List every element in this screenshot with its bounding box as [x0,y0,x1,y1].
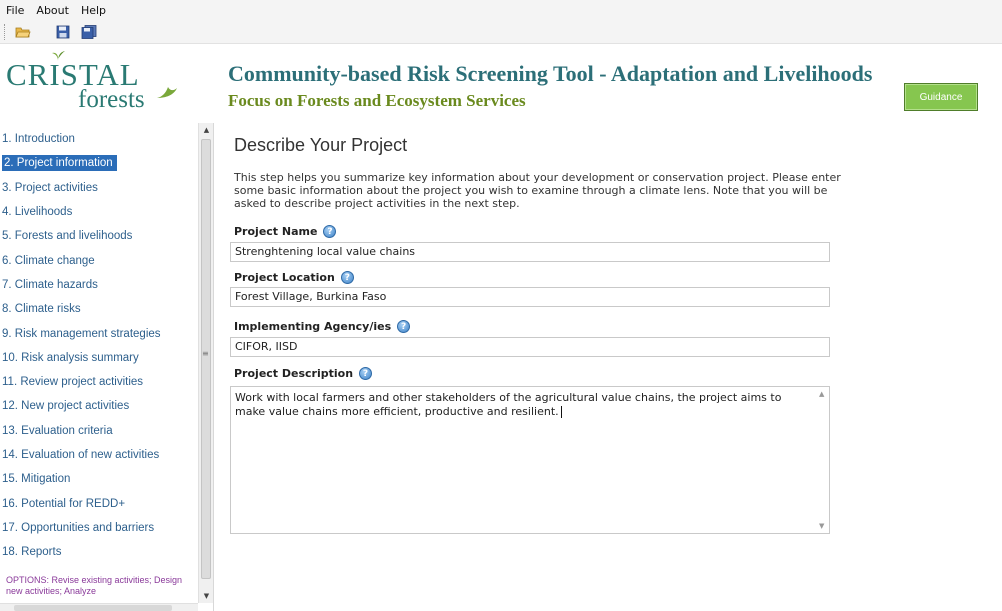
sidebar-item-label: 17. Opportunities and barriers [2,521,155,534]
sidebar-item[interactable]: 17. Opportunities and barriers [0,516,198,540]
menu-file[interactable]: File [6,4,24,17]
sidebar-item[interactable]: 5. Forests and livelihoods [0,224,198,248]
sidebar-item-label: 10. Risk analysis summary [2,351,139,364]
sidebar-item[interactable]: 11. Review project activities [0,370,198,394]
scroll-down-arrow-icon[interactable]: ▼ [199,589,214,603]
guidance-button[interactable]: Guidance [904,83,978,111]
textarea-scroll-down-icon[interactable]: ▼ [819,522,824,530]
save-all-icon[interactable] [80,23,98,41]
sidebar-item-label: 11. Review project activities [2,376,144,389]
options-text: OPTIONS: Revise existing activities; Des… [6,575,183,596]
app-header: CRISTAL forests Community-based Risk Scr… [0,45,1002,123]
sidebar-item[interactable]: 8. Climate risks [0,297,198,321]
sidebar-item-label: 14. Evaluation of new activities [2,449,160,461]
sidebar-item[interactable]: 12. New project activities [0,394,198,418]
scroll-up-arrow-icon[interactable]: ▲ [199,123,214,137]
sidebar-item-label: 5. Forests and livelihoods [2,230,133,243]
sidebar-item[interactable]: 6. Climate change [0,248,198,272]
app-subtitle: Focus on Forests and Ecosystem Services [228,91,526,110]
scroll-grip-icon: ≡ [202,349,209,358]
sidebar-item[interactable]: 13. Evaluation criteria [0,419,198,443]
menu-about[interactable]: About [36,4,69,17]
sidebar-item-label: 18. Reports [2,546,62,559]
project-name-label: Project Name ? [234,225,337,238]
nav-list: 1. Introduction 2. Project information 3. … [0,127,198,564]
project-location-label-text: Project Location [234,271,335,284]
sidebar-item-label: 3. Project activities [2,181,98,194]
main-content: Describe Your Project This step helps yo… [230,123,990,611]
project-description-text: Work with local farmers and other stakeh… [235,391,782,418]
hscroll-thumb[interactable] [14,605,172,611]
sidebar-nav: 1. Introduction 2. Project information 3. … [0,123,214,611]
textarea-scroll-up-icon[interactable]: ▲ [819,390,824,398]
intro-text: This step helps you summarize key inform… [234,171,841,210]
implementing-agency-field[interactable]: CIFOR, IISD [230,337,830,357]
logo-text-forests: forests [78,86,145,113]
sidebar-item-label: 8. Climate risks [2,303,81,316]
sidebar-item-label: 9. Risk management strategies [2,327,161,340]
save-icon[interactable] [54,23,72,41]
sidebar-item[interactable]: 10. Risk analysis summary [0,346,198,370]
implementing-agency-label: Implementing Agency/ies ? [234,320,411,333]
project-name-label-text: Project Name [234,225,318,238]
project-description-label-text: Project Description [234,367,354,380]
folder-open-icon[interactable] [14,23,32,41]
info-icon[interactable]: ? [340,271,354,284]
project-description-textarea[interactable]: Work with local farmers and other stakeh… [230,386,830,534]
project-description-label: Project Description ? [234,367,373,380]
sidebar-item-label: 15. Mitigation [2,473,71,486]
sidebar-item[interactable]: 7. Climate hazards [0,273,198,297]
sidebar-item-label: 16. Potential for REDD+ [2,497,126,510]
sidebar-item-label: 6. Climate change [2,254,95,267]
sidebar-item-label: 12. New project activities [2,400,130,413]
sidebar-item-label: 13. Evaluation criteria [2,424,113,437]
toolbar [0,20,1002,44]
leaf-icon [157,87,177,98]
sidebar-item[interactable]: 14. Evaluation of new activities [0,443,198,467]
page-title: Describe Your Project [234,135,408,155]
sidebar-item-label: 4. Livelihoods [2,206,73,219]
sidebar-item-label: 7. Climate hazards [2,278,98,291]
text-caret [560,406,562,418]
sidebar-item[interactable]: 3. Project activities [0,176,198,200]
sidebar-item[interactable]: 18. Reports [0,540,198,564]
sidebar-item-label: 2. Project information [2,155,117,172]
sidebar-item[interactable]: 15. Mitigation [0,467,198,491]
sidebar-item[interactable]: 9. Risk management strategies [0,321,198,345]
textarea-scrollbar[interactable]: ▲ ▼ [815,387,829,533]
scrollbar-thumb[interactable] [201,139,211,579]
sidebar-item[interactable]: 4. Livelihoods [0,200,198,224]
menu-help[interactable]: Help [81,4,106,17]
sidebar-item[interactable]: 2. Project information [0,151,198,175]
app-title: Community-based Risk Screening Tool - Ad… [228,61,873,86]
cristal-forests-logo: CRISTAL forests [6,49,196,115]
toolbar-grip [4,23,6,40]
project-location-label: Project Location ? [234,271,354,284]
menu-bar: File About Help [0,0,1002,20]
sidebar-vertical-scrollbar[interactable]: ▲ ≡ ▼ [198,123,213,603]
sidebar-item[interactable]: 16. Potential for REDD+ [0,491,198,515]
info-icon[interactable]: ? [323,225,337,238]
sidebar-item-label: 1. Introduction [2,133,75,146]
info-icon[interactable]: ? [359,367,373,380]
project-name-field[interactable]: Strenghtening local value chains [230,242,830,262]
sidebar-item[interactable]: 1. Introduction [0,127,198,151]
implementing-agency-label-text: Implementing Agency/ies [234,320,392,333]
project-location-field[interactable]: Forest Village, Burkina Faso [230,287,830,307]
sidebar-horizontal-scrollbar[interactable] [0,603,198,611]
info-icon[interactable]: ? [397,320,411,333]
